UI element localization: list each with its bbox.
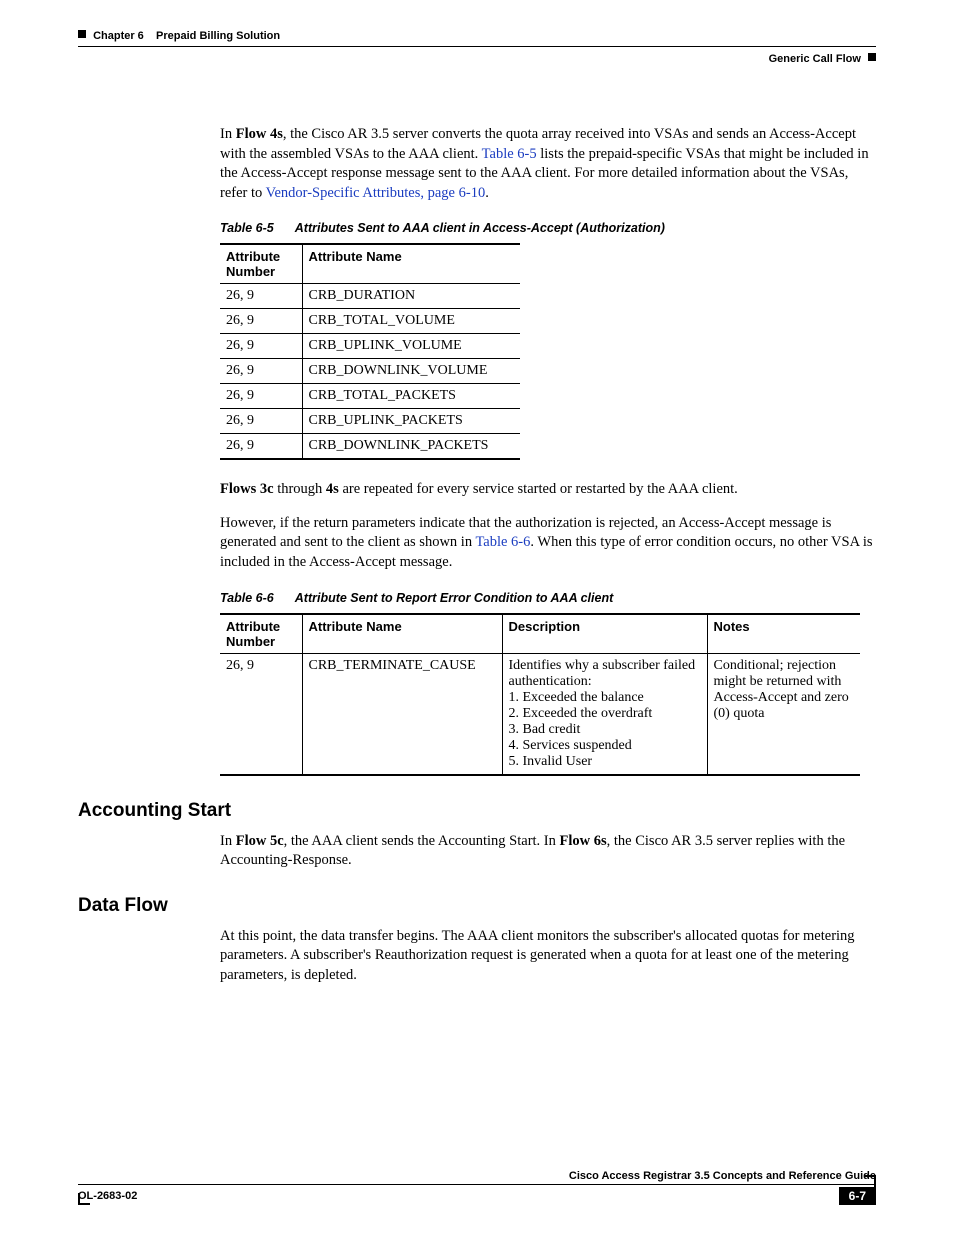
paragraph: In Flow 5c, the AAA client sends the Acc… [220,832,876,871]
col-header: Attribute Name [302,244,520,284]
cell: CRB_UPLINK_VOLUME [302,334,520,359]
cell: CRB_DOWNLINK_VOLUME [302,359,520,384]
col-header: Attribute Number [220,244,302,284]
table-row: 26, 9CRB_UPLINK_VOLUME [220,334,520,359]
cell: 26, 9 [220,409,302,434]
cell: CRB_UPLINK_PACKETS [302,409,520,434]
text: 2. Exceeded the overdraft [509,706,653,721]
xref-link[interactable]: Table 6-5 [482,146,537,162]
footer-guide-title: Cisco Access Registrar 3.5 Concepts and … [78,1170,876,1185]
cell: Identifies why a subscriber failed authe… [502,653,707,775]
text: through [274,481,326,497]
table-row: 26, 9CRB_UPLINK_PACKETS [220,409,520,434]
col-header: Attribute Number [220,614,302,654]
cell: CRB_TOTAL_PACKETS [302,384,520,409]
cell: CRB_TOTAL_VOLUME [302,309,520,334]
chapter-title: Prepaid Billing Solution [156,30,280,42]
col-header: Description [502,614,707,654]
text: are repeated for every service started o… [339,481,738,497]
flow-label: 4s [326,481,339,497]
table-row: 26, 9 CRB_TERMINATE_CAUSE Identifies why… [220,653,860,775]
text: In [220,126,236,142]
paragraph: At this point, the data transfer begins.… [220,927,876,986]
text: 1. Exceeded the balance [509,690,644,705]
col-header: Notes [707,614,860,654]
flow-label: Flow 4s [236,126,283,142]
right-title: Generic Call Flow [769,53,861,65]
section-heading-accounting-start: Accounting Start [78,800,876,822]
section-header-right: Generic Call Flow [78,53,876,65]
text: Identifies why a subscriber failed authe… [509,658,696,689]
flow-label: Flows 3c [220,481,274,497]
cell: 26, 9 [220,359,302,384]
cell: 26, 9 [220,384,302,409]
xref-link[interactable]: Table 6-6 [475,534,530,550]
table-title: Attributes Sent to AAA client in Access-… [295,221,665,235]
cell: CRB_DURATION [302,284,520,309]
text: In [220,833,236,849]
text: , the AAA client sends the Accounting St… [284,833,560,849]
cell: 26, 9 [220,284,302,309]
table-title: Attribute Sent to Report Error Condition… [295,591,614,605]
text: . [485,185,489,201]
table-caption: Table 6-6 Attribute Sent to Report Error… [220,591,876,605]
header-square-icon [868,53,876,61]
cell: CRB_DOWNLINK_PACKETS [302,434,520,460]
table-number: Table 6-6 [220,591,274,605]
paragraph: However, if the return parameters indica… [220,514,876,573]
crop-mark-icon [78,1193,90,1205]
xref-link[interactable]: Vendor-Specific Attributes, page 6-10 [266,185,486,201]
table-6-5: Attribute Number Attribute Name 26, 9CRB… [220,243,520,460]
page-number: 6-7 [839,1187,876,1205]
paragraph: In Flow 4s, the Cisco AR 3.5 server conv… [220,125,876,203]
table-caption: Table 6-5 Attributes Sent to AAA client … [220,221,876,235]
cell: 26, 9 [220,653,302,775]
table-row: 26, 9CRB_TOTAL_PACKETS [220,384,520,409]
col-header: Attribute Name [302,614,502,654]
text: 4. Services suspended [509,738,632,753]
table-row: 26, 9CRB_DOWNLINK_VOLUME [220,359,520,384]
table-number: Table 6-5 [220,221,274,235]
page-footer: Cisco Access Registrar 3.5 Concepts and … [78,1170,876,1205]
header-square-icon [78,30,86,38]
chapter-number: Chapter 6 [93,30,144,42]
table-row: 26, 9CRB_TOTAL_VOLUME [220,309,520,334]
paragraph: Flows 3c through 4s are repeated for eve… [220,480,876,500]
table-6-6: Attribute Number Attribute Name Descript… [220,613,860,776]
flow-label: Flow 6s [560,833,607,849]
section-heading-data-flow: Data Flow [78,895,876,917]
chapter-header: Chapter 6 Prepaid Billing Solution [78,30,876,47]
table-row: 26, 9CRB_DOWNLINK_PACKETS [220,434,520,460]
cell: 26, 9 [220,334,302,359]
table-row: 26, 9CRB_DURATION [220,284,520,309]
cell: Conditional; rejection might be returned… [707,653,860,775]
cell: CRB_TERMINATE_CAUSE [302,653,502,775]
cell: 26, 9 [220,309,302,334]
cell: 26, 9 [220,434,302,460]
text: 3. Bad credit [509,722,581,737]
flow-label: Flow 5c [236,833,284,849]
text: 5. Invalid User [509,754,593,769]
